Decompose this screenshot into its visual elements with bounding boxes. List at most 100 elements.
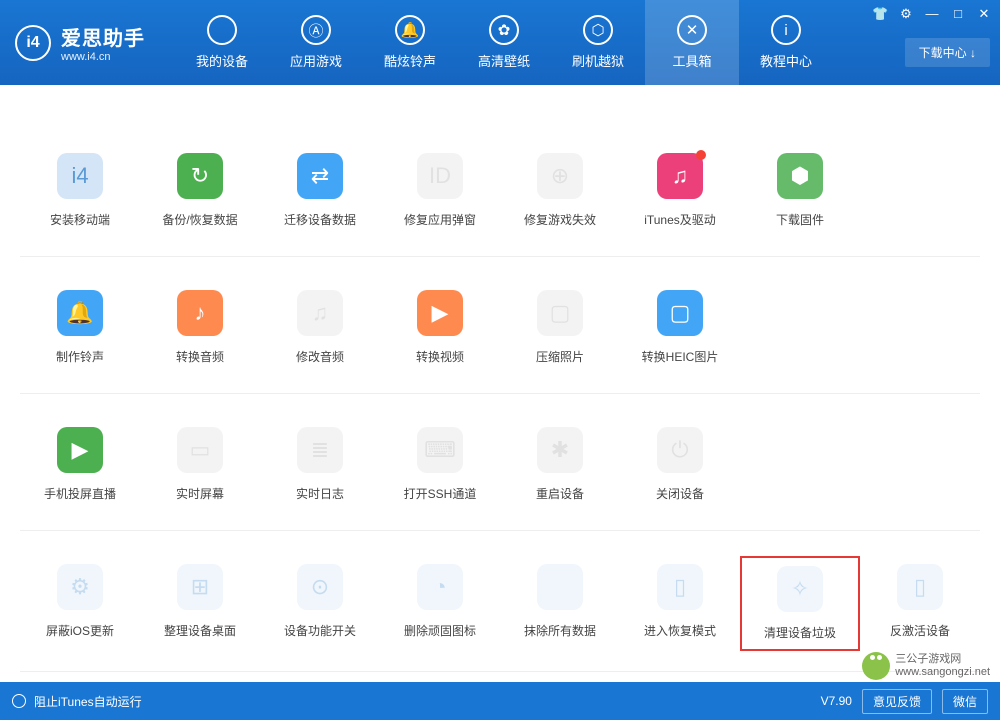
tool-label: 打开SSH通道	[404, 485, 477, 502]
tool-icon: ≣	[297, 427, 343, 473]
watermark-icon	[862, 652, 890, 680]
tool-item[interactable]: ♪转换音频	[140, 282, 260, 373]
nav-tab-2[interactable]: 🔔酷炫铃声	[363, 0, 457, 85]
tool-icon: ✱	[537, 427, 583, 473]
tool-label: 设备功能开关	[284, 622, 356, 639]
tool-item[interactable]: ▯进入恢复模式	[620, 556, 740, 651]
tool-label: 整理设备桌面	[164, 622, 236, 639]
tool-icon: ⇄	[297, 153, 343, 199]
maximize-button[interactable]: □	[950, 6, 966, 22]
tool-item[interactable]: ↻备份/恢复数据	[140, 145, 260, 236]
tool-item[interactable]: ≣ 实时日志	[260, 419, 380, 510]
nav-label: 我的设备	[196, 51, 248, 70]
tool-item[interactable]: ⏻关闭设备	[620, 419, 740, 510]
tool-label: 删除顽固图标	[404, 622, 476, 639]
tool-section-3: ⚙屏蔽iOS更新⊞整理设备桌面⊙设备功能开关◔删除顽固图标抹除所有数据▯进入恢复…	[20, 556, 980, 672]
tool-label: 关闭设备	[656, 485, 704, 502]
nav-tab-5[interactable]: ✕ 工具箱	[645, 0, 739, 85]
tool-item[interactable]: ▶转换视频	[380, 282, 500, 373]
tool-item[interactable]: ID修复应用弹窗	[380, 145, 500, 236]
logo-icon: i4	[15, 25, 51, 61]
tool-item[interactable]: ⌨ 打开SSH通道	[380, 419, 500, 510]
itunes-block-toggle[interactable]	[12, 694, 26, 708]
tool-item[interactable]: ♫ iTunes及驱动	[620, 145, 740, 236]
tool-label: 实时屏幕	[176, 485, 224, 502]
tool-item[interactable]: ⊕修复游戏失效	[500, 145, 620, 236]
tool-icon: ◔	[417, 564, 463, 610]
tool-label: 转换HEIC图片	[642, 348, 719, 365]
tool-item[interactable]: ✱ 重启设备	[500, 419, 620, 510]
tools-icon: ✕	[677, 15, 707, 45]
tool-item[interactable]: ⬢下载固件	[740, 145, 860, 236]
tool-icon: ▭	[177, 427, 223, 473]
tool-label: iTunes及驱动	[644, 211, 716, 228]
wechat-button[interactable]: 微信	[942, 689, 988, 714]
nav-label: 应用游戏	[290, 51, 342, 70]
tool-label: 压缩照片	[536, 348, 584, 365]
tool-icon: i4	[57, 153, 103, 199]
flower-icon: ✿	[489, 15, 519, 45]
tool-item[interactable]: 🔔制作铃声	[20, 282, 140, 373]
tool-item[interactable]: ▢ 压缩照片	[500, 282, 620, 373]
tool-section-2: ▶手机投屏直播 ▭ 实时屏幕 ≣ 实时日志 ⌨ 打开SSH通道 ✱ 重启设备 ⏻关闭设备	[20, 419, 980, 531]
nav-tab-6[interactable]: i教程中心	[739, 0, 833, 85]
tool-icon: ⊙	[297, 564, 343, 610]
tool-icon: ♫	[297, 290, 343, 336]
tool-item[interactable]: ▯ 反激活设备	[860, 556, 980, 651]
nav-tab-3[interactable]: ✿ 高清壁纸	[457, 0, 551, 85]
skin-icon[interactable]: 👕	[872, 6, 888, 22]
tool-item[interactable]: ◔ 删除顽固图标	[380, 556, 500, 651]
tool-icon: ▢	[537, 290, 583, 336]
logo-text: 爱思助手 www.i4.cn	[61, 22, 145, 63]
app-subtitle: www.i4.cn	[61, 51, 145, 63]
nav-tab-4[interactable]: ⬡刷机越狱	[551, 0, 645, 85]
nav-label: 工具箱	[672, 51, 711, 70]
tool-item[interactable]: ▢转换HEIC图片	[620, 282, 740, 373]
tool-icon: ▶	[57, 427, 103, 473]
tool-label: 进入恢复模式	[644, 622, 716, 639]
tool-label: 修复应用弹窗	[404, 211, 476, 228]
tool-item[interactable]: ⚙屏蔽iOS更新	[20, 556, 140, 651]
nav-label: 高清壁纸	[478, 51, 530, 70]
logo-area: i4 爱思助手 www.i4.cn	[15, 22, 145, 63]
tool-item[interactable]: ✧清理设备垃圾	[740, 556, 860, 651]
tool-label: 重启设备	[536, 485, 584, 502]
tool-label: 实时日志	[296, 485, 344, 502]
tool-item[interactable]: ⊙ 设备功能开关	[260, 556, 380, 651]
window-controls: 👕 ⚙ — □ ✕	[872, 6, 992, 22]
nav-label: 酷炫铃声	[384, 51, 436, 70]
tool-item[interactable]: ▶手机投屏直播	[20, 419, 140, 510]
itunes-block-label: 阻止iTunes自动运行	[34, 693, 142, 710]
tool-item[interactable]: ⊞ 整理设备桌面	[140, 556, 260, 651]
footer-left: 阻止iTunes自动运行	[12, 693, 821, 710]
tool-label: 转换视频	[416, 348, 464, 365]
tool-section-0: i4安装移动端↻备份/恢复数据 ⇄ 迁移设备数据 ID修复应用弹窗⊕修复游戏失效 ♫ iT…	[20, 145, 980, 257]
tool-icon: ⊞	[177, 564, 223, 610]
nav-label: 教程中心	[760, 51, 812, 70]
download-center-button[interactable]: 下载中心 ↓	[905, 38, 990, 67]
tool-icon: ▯	[897, 564, 943, 610]
tool-label: 迁移设备数据	[284, 211, 356, 228]
tool-item[interactable]: ⇄ 迁移设备数据	[260, 145, 380, 236]
tool-icon: ♫	[657, 153, 703, 199]
tool-label: 反激活设备	[890, 622, 950, 639]
feedback-button[interactable]: 意见反馈	[862, 689, 932, 714]
app-title: 爱思助手	[61, 22, 145, 51]
tool-item[interactable]: 抹除所有数据	[500, 556, 620, 651]
close-button[interactable]: ✕	[976, 6, 992, 22]
minimize-button[interactable]: —	[924, 6, 940, 22]
tool-item[interactable]: ♫修改音频	[260, 282, 380, 373]
tool-icon: ✧	[777, 566, 823, 612]
tool-item[interactable]: ▭ 实时屏幕	[140, 419, 260, 510]
nav-tab-1[interactable]: Ⓐ应用游戏	[269, 0, 363, 85]
tool-label: 修复游戏失效	[524, 211, 596, 228]
nav-tab-0[interactable]: 我的设备	[175, 0, 269, 85]
settings-icon[interactable]: ⚙	[898, 6, 914, 22]
nav-tabs: 我的设备 Ⓐ应用游戏🔔酷炫铃声 ✿ 高清壁纸 ⬡刷机越狱 ✕ 工具箱 i教程中心	[175, 0, 833, 85]
tool-icon: ⌨	[417, 427, 463, 473]
tool-item[interactable]: i4安装移动端	[20, 145, 140, 236]
tool-section-1: 🔔制作铃声♪转换音频♫修改音频▶转换视频 ▢ 压缩照片 ▢转换HEIC图片	[20, 282, 980, 394]
footer-right: V7.90 意见反馈 微信	[821, 689, 988, 714]
tool-label: 转换音频	[176, 348, 224, 365]
app-header: i4 爱思助手 www.i4.cn 我的设备 Ⓐ应用游戏🔔酷炫铃声 ✿ 高清壁纸 ⬡刷机…	[0, 0, 1000, 85]
